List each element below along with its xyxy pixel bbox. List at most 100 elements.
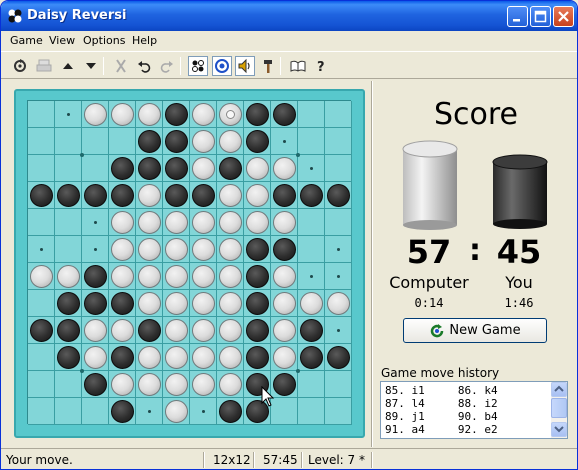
white-disc [219, 292, 242, 315]
app-icon [8, 9, 22, 23]
show-moves-button[interactable] [188, 56, 208, 76]
board-cell[interactable] [28, 344, 55, 371]
menu-game[interactable]: Game [10, 34, 43, 47]
valid-move-dot [310, 275, 313, 278]
new-game-icon [14, 59, 26, 72]
board-cell[interactable] [298, 128, 325, 155]
black-disc [111, 346, 134, 369]
status-separator [203, 452, 205, 468]
board-cell[interactable] [325, 101, 352, 128]
black-disc [273, 103, 296, 126]
board-cell[interactable] [28, 101, 55, 128]
history-row: 87. l4 88. i2 [385, 397, 498, 410]
board-cell[interactable] [271, 398, 298, 425]
board-cell[interactable] [298, 398, 325, 425]
black-disc [84, 292, 107, 315]
scroll-up-button[interactable] [551, 382, 567, 397]
board-star-point [80, 153, 84, 157]
board-cell[interactable] [28, 371, 55, 398]
board-cell[interactable] [109, 128, 136, 155]
black-disc [300, 184, 323, 207]
white-disc [30, 265, 53, 288]
black-disc [111, 400, 134, 423]
white-disc [219, 211, 242, 234]
white-disc [219, 184, 242, 207]
board-cell[interactable] [82, 155, 109, 182]
board-cell[interactable] [28, 290, 55, 317]
move-history-list[interactable]: 85. i1 86. k4 87. l4 88. i2 89. j1 90. b… [380, 381, 568, 439]
arrow-up-button[interactable] [58, 56, 78, 76]
hammer-button[interactable] [258, 56, 278, 76]
board-frame [14, 89, 365, 438]
scroll-thumb[interactable] [551, 398, 567, 418]
valid-move-dot [202, 410, 205, 413]
board-cell[interactable] [55, 209, 82, 236]
white-disc [273, 265, 296, 288]
arrow-up-icon [63, 63, 73, 69]
target-icon [215, 59, 229, 73]
board-cell[interactable] [325, 371, 352, 398]
game-board[interactable] [27, 100, 352, 425]
black-disc [57, 346, 80, 369]
history-scrollbar[interactable] [551, 382, 567, 438]
board-cell[interactable] [325, 209, 352, 236]
black-disc [273, 184, 296, 207]
title-bar[interactable]: Daisy Reversi [1, 1, 577, 31]
black-disc [30, 319, 53, 342]
new-game-label: New Game [449, 323, 521, 338]
white-disc [192, 346, 215, 369]
board-cell[interactable] [55, 371, 82, 398]
book-button[interactable] [288, 56, 308, 76]
redo-button[interactable] [157, 56, 177, 76]
maximize-button[interactable] [530, 6, 551, 27]
print-button[interactable] [34, 56, 54, 76]
black-disc [111, 157, 134, 180]
book-icon [290, 60, 306, 72]
white-disc [273, 292, 296, 315]
board-cell[interactable] [55, 128, 82, 155]
arrow-down-button[interactable] [81, 56, 101, 76]
menu-options[interactable]: Options [83, 34, 125, 47]
minimize-button[interactable] [507, 6, 528, 27]
sound-button[interactable] [235, 56, 255, 76]
board-star-point [296, 369, 300, 373]
scroll-down-button[interactable] [551, 422, 567, 437]
white-disc [219, 130, 242, 153]
white-disc [219, 346, 242, 369]
close-button[interactable] [553, 6, 574, 27]
board-cell[interactable] [298, 371, 325, 398]
white-disc [300, 292, 323, 315]
status-separator [371, 452, 373, 468]
new-game-button[interactable]: New Game [403, 318, 547, 343]
new-game-button[interactable] [10, 56, 30, 76]
menu-help[interactable]: Help [132, 34, 157, 47]
board-cell[interactable] [28, 155, 55, 182]
black-disc [219, 157, 242, 180]
board-cell[interactable] [298, 101, 325, 128]
panel-divider [371, 81, 373, 447]
board-cell[interactable] [298, 209, 325, 236]
board-cell[interactable] [82, 398, 109, 425]
board-cell[interactable] [82, 128, 109, 155]
board-cell[interactable] [325, 128, 352, 155]
menu-view[interactable]: View [49, 34, 75, 47]
board-cell[interactable] [298, 236, 325, 263]
black-disc [273, 373, 296, 396]
board-cell[interactable] [28, 128, 55, 155]
help-button[interactable]: ? [311, 56, 331, 76]
target-button[interactable] [212, 56, 232, 76]
cut-button[interactable] [111, 56, 131, 76]
board-cell[interactable] [28, 209, 55, 236]
board-cell[interactable] [28, 398, 55, 425]
white-disc [273, 346, 296, 369]
board-cell[interactable] [55, 236, 82, 263]
board-cell[interactable] [325, 398, 352, 425]
white-disc [192, 292, 215, 315]
undo-button[interactable] [134, 56, 154, 76]
white-disc [165, 346, 188, 369]
window-title: Daisy Reversi [27, 8, 127, 23]
board-cell[interactable] [55, 398, 82, 425]
white-disc [165, 265, 188, 288]
board-cell[interactable] [55, 155, 82, 182]
board-cell[interactable] [325, 155, 352, 182]
